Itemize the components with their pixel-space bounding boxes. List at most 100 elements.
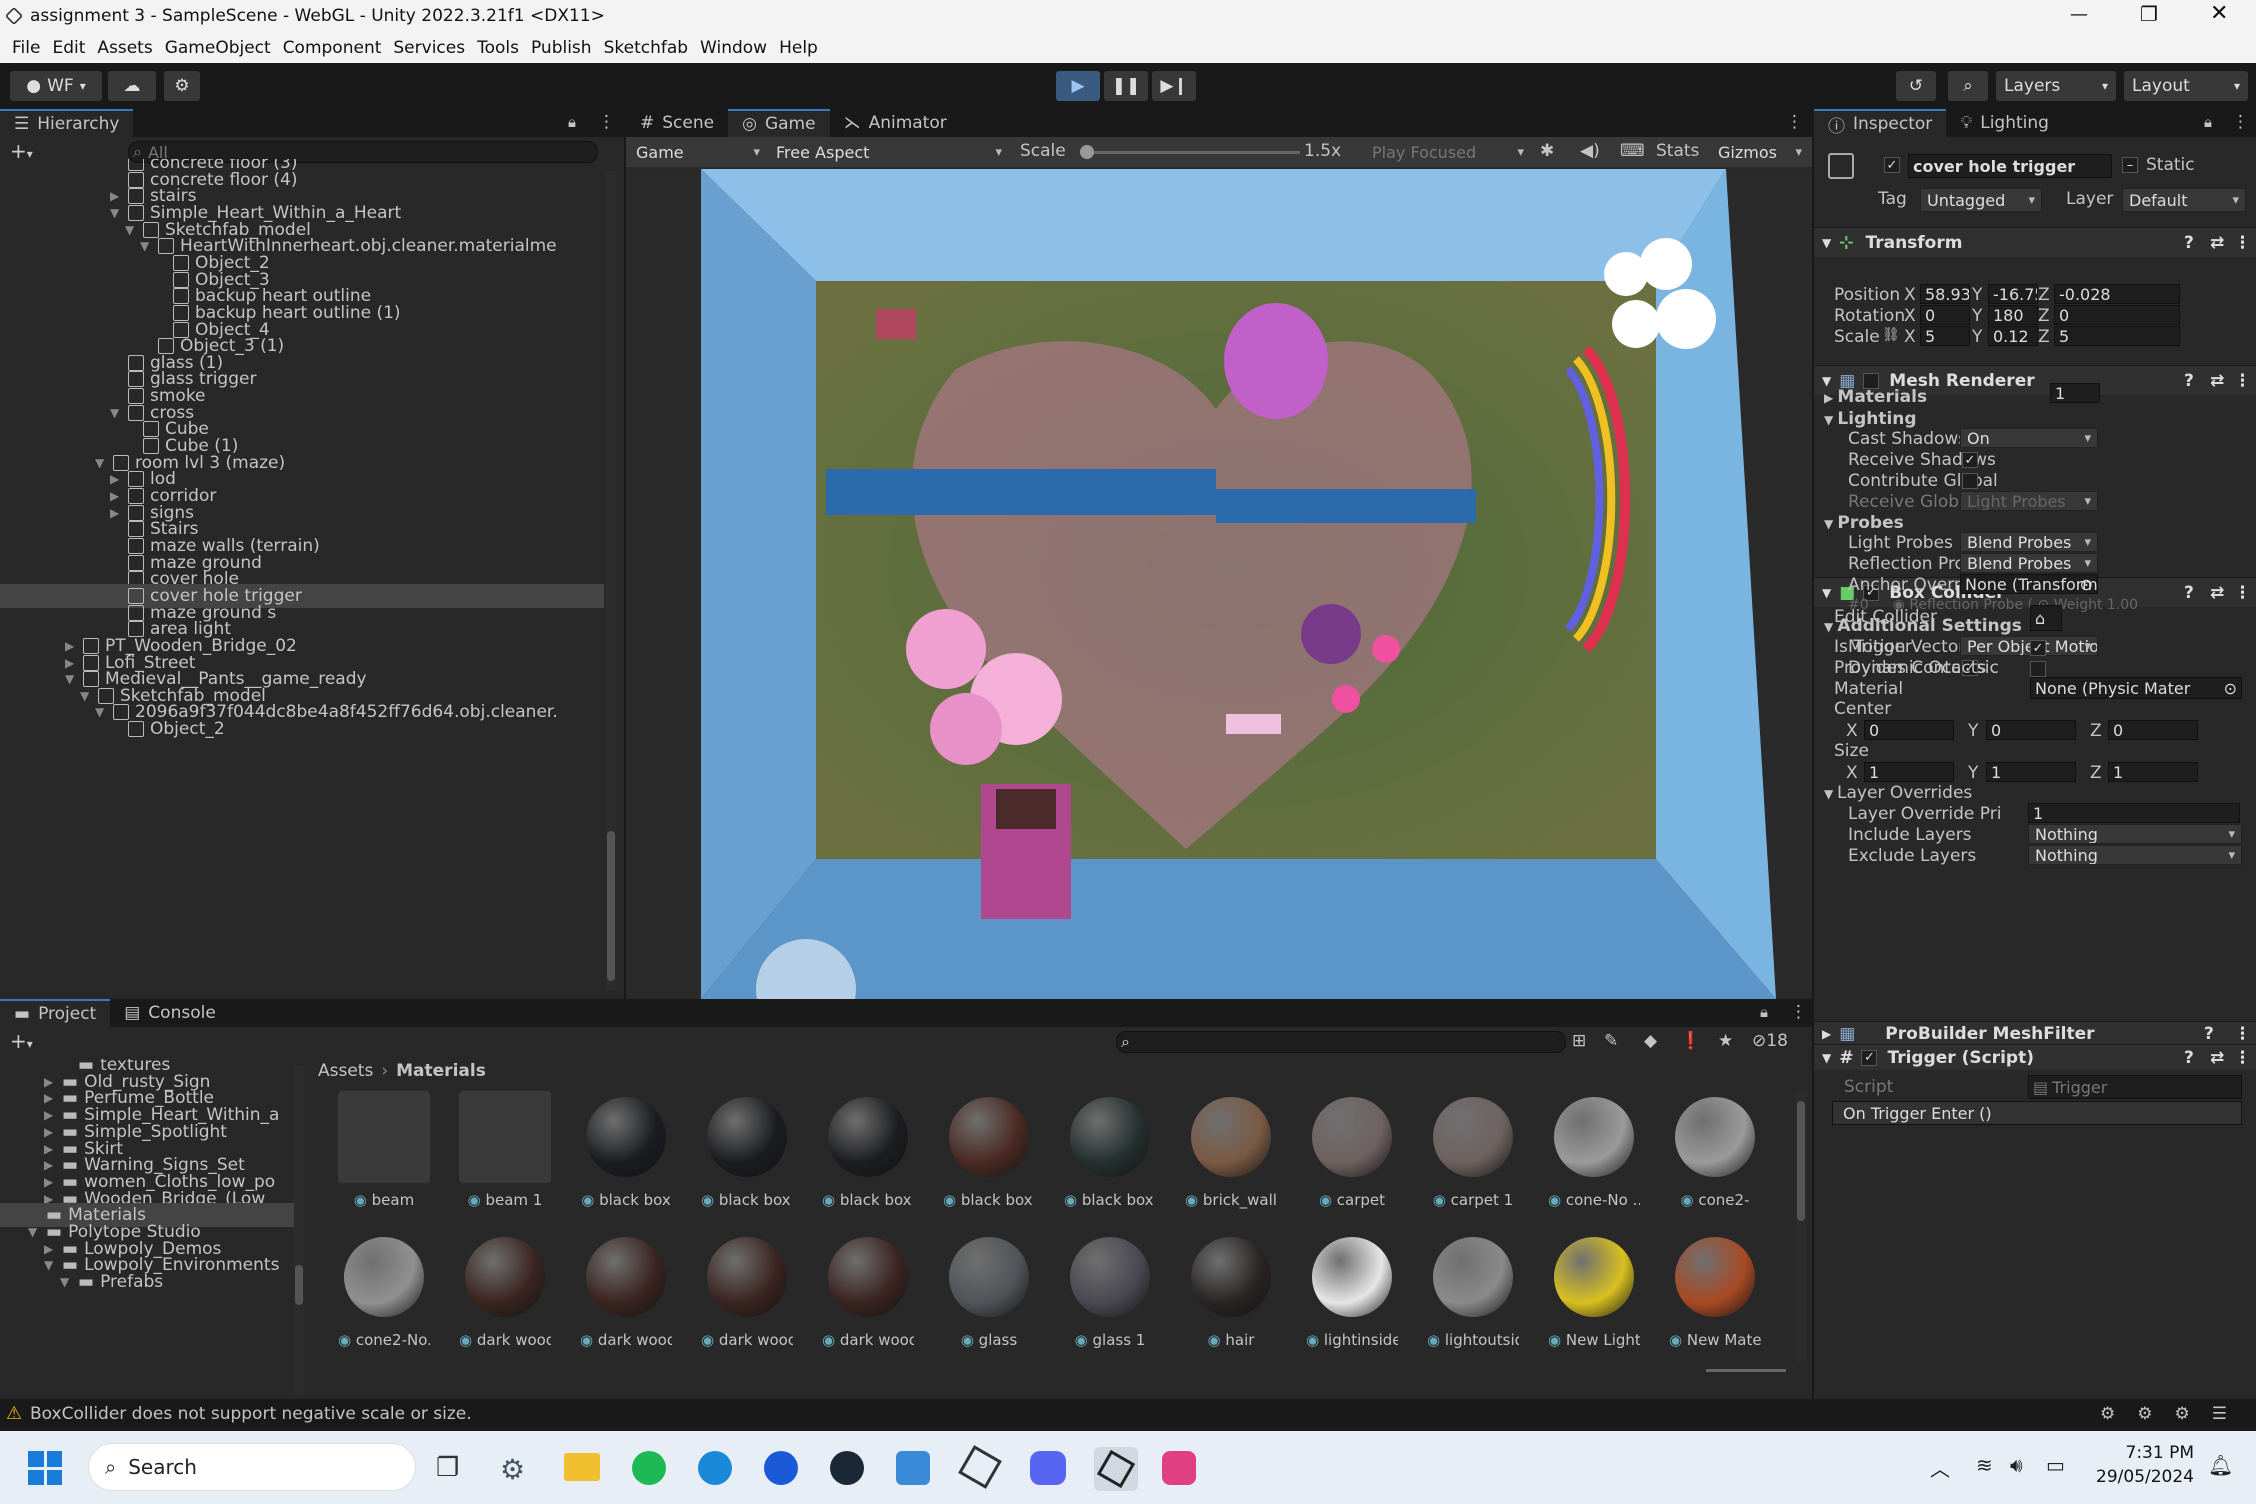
unity-hub-icon[interactable] <box>958 1445 1002 1489</box>
layout-dropdown[interactable]: Layout ▾ <box>2124 71 2248 101</box>
more-icon[interactable]: ⋮ <box>2234 583 2251 603</box>
anchor-override-field[interactable]: None (Transform) ⊙ <box>1960 574 2098 594</box>
more-icon[interactable]: ⋮ <box>2234 1048 2251 1068</box>
material-asset[interactable]: ◉ lightoutside <box>1427 1231 1519 1363</box>
exclude-layers-dropdown[interactable]: Nothing <box>2028 845 2242 865</box>
preset-icon[interactable]: ⇄ <box>2210 371 2224 391</box>
audio-icon[interactable]: ◀) <box>1580 141 1600 161</box>
transform-rotation-x-field[interactable]: 0 <box>1920 305 1970 325</box>
warning-filter-icon[interactable]: ❗ <box>1680 1031 1701 1051</box>
breadcrumb-assets[interactable]: Assets <box>318 1061 373 1081</box>
search-icon[interactable]: ⌕ <box>1948 71 1988 101</box>
spotify-icon[interactable] <box>632 1451 666 1485</box>
game-viewport[interactable] <box>626 169 1812 999</box>
probes-foldout-label[interactable]: ▼ Probes <box>1824 513 1904 533</box>
material-asset[interactable]: ◉ carpet <box>1306 1091 1398 1223</box>
material-asset[interactable]: ◉ New Lighti... <box>1548 1231 1640 1363</box>
physic-material-field[interactable]: None (Physic Mater ⊙ <box>2030 677 2242 699</box>
wifi-icon[interactable]: ≋ <box>1976 1453 1993 1477</box>
stats-button[interactable]: Stats <box>1656 141 1699 161</box>
more-icon[interactable]: ⋮ <box>2234 1024 2251 1044</box>
slider-thumb[interactable] <box>1080 145 1094 159</box>
light-probes-dropdown[interactable]: Blend Probes <box>1960 532 2098 552</box>
more-icon[interactable]: ⋮ <box>2234 233 2251 253</box>
notification-icon[interactable]: 🔔︎ <box>2208 1453 2233 1477</box>
size-z-field[interactable]: 1 <box>2108 762 2198 782</box>
tab-hierarchy[interactable]: ☰ Hierarchy <box>0 109 134 137</box>
size-y-field[interactable]: 1 <box>1986 762 2076 782</box>
material-asset[interactable]: ◉ dark wood <box>459 1231 551 1363</box>
volume-icon[interactable]: 🔊︎ <box>2010 1453 2023 1477</box>
unlink-icon[interactable]: ⛓ <box>1882 327 1900 343</box>
steam-icon[interactable] <box>830 1451 864 1485</box>
tab-console[interactable]: ▤ Console <box>110 999 230 1027</box>
start-icon[interactable] <box>28 1451 62 1485</box>
thumbnail-size-slider[interactable] <box>1706 1369 1786 1372</box>
help-icon[interactable]: ? <box>2184 233 2194 253</box>
menu-window[interactable]: Window <box>700 38 767 58</box>
hierarchy-item[interactable]: Object_2 <box>0 717 604 741</box>
probuilder-header[interactable]: ▶ ▦ ProBuilder MeshFilter? ⋮ <box>1814 1021 2256 1045</box>
reflection-probes-dropdown[interactable]: Blend Probes <box>1960 553 2098 573</box>
scale-slider[interactable] <box>1080 145 1300 159</box>
material-asset[interactable]: ◉ black box <box>580 1091 672 1223</box>
target-icon[interactable]: ⊙ <box>2080 575 2093 593</box>
help-icon[interactable]: ? <box>2184 583 2194 603</box>
filter-label-icon[interactable]: ✎ <box>1604 1031 1618 1051</box>
provides-contacts-checkbox[interactable] <box>2030 661 2046 677</box>
material-asset[interactable]: ◉ glass <box>943 1231 1035 1363</box>
lock-icon[interactable]: 🔒︎ <box>1760 1003 1768 1021</box>
close-icon[interactable]: ✕ <box>2210 1 2228 26</box>
help-icon[interactable]: ? <box>2184 371 2194 391</box>
edge-icon[interactable] <box>698 1451 732 1485</box>
menu-component[interactable]: Component <box>283 38 382 58</box>
transform-position-x-field[interactable]: 58.933 <box>1920 284 1970 304</box>
favorite-icon[interactable]: ★ <box>1718 1031 1733 1051</box>
static-checkbox[interactable]: – <box>2122 157 2138 173</box>
taskbar-search[interactable]: ⌕ Search <box>88 1443 416 1491</box>
material-asset[interactable]: ◉ cone2- <box>1669 1091 1761 1223</box>
material-asset[interactable]: ◉ black box 4 <box>1064 1091 1156 1223</box>
layer-dropdown[interactable]: Default <box>2122 188 2246 212</box>
history-icon[interactable]: ↺ <box>1896 71 1936 101</box>
material-asset[interactable]: ◉ New Mater... <box>1669 1231 1761 1363</box>
is-trigger-checkbox[interactable]: ✓ <box>2030 640 2046 656</box>
more-icon[interactable]: ⋮ <box>2232 112 2249 132</box>
menu-tools[interactable]: Tools <box>477 38 519 58</box>
tab-game[interactable]: ◎ Game <box>728 109 830 137</box>
more-icon[interactable]: ⋮ <box>598 112 615 132</box>
transform-header[interactable]: ▼ ⊹ Transform? ⇄ ⋮ <box>1814 227 2256 257</box>
settings-app-icon[interactable]: ⚙ <box>500 1453 525 1486</box>
menu-file[interactable]: File <box>12 38 40 58</box>
transform-scale-y-field[interactable]: 0.12 <box>1988 326 2038 346</box>
transform-rotation-z-field[interactable]: 0 <box>2054 305 2180 325</box>
expand-arrow-icon[interactable]: ▼ <box>60 1275 74 1289</box>
object-name-field[interactable]: cover hole trigger <box>1908 154 2112 178</box>
gizmos-dropdown[interactable]: Gizmos <box>1712 140 1808 164</box>
discord-icon[interactable] <box>1030 1451 1066 1485</box>
active-checkbox[interactable]: ✓ <box>1884 157 1900 173</box>
material-asset[interactable]: ◉ hair <box>1185 1231 1277 1363</box>
clock-date[interactable]: 29/05/2024 <box>2094 1467 2194 1487</box>
material-asset[interactable]: ◉ black box 1 <box>701 1091 793 1223</box>
trigger-script-header[interactable]: ▼ # ✓ Trigger (Script)? ⇄ ⋮ <box>1814 1044 2256 1070</box>
layers-dropdown[interactable]: Layers ▾ <box>1996 71 2116 101</box>
step-button[interactable]: ▶❙ <box>1152 71 1196 101</box>
more-icon[interactable]: ⋮ <box>2234 371 2251 391</box>
hierarchy-scrollbar[interactable] <box>606 171 616 991</box>
play-button[interactable]: ▶ <box>1056 71 1100 101</box>
play-focused-dropdown[interactable]: Play Focused <box>1366 140 1530 164</box>
tab-project[interactable]: ▬ Project <box>0 999 111 1027</box>
filter-type-icon[interactable]: ⊞ <box>1572 1031 1586 1051</box>
transform-scale-z-field[interactable]: 5 <box>2054 326 2180 346</box>
tray-chevron-icon[interactable]: ︿ <box>1930 1453 1950 1482</box>
tab-lighting[interactable]: 💡︎ Lighting <box>1946 109 2063 137</box>
display-dropdown[interactable]: Game <box>630 140 766 164</box>
task-view-icon[interactable]: ❐ <box>436 1453 459 1483</box>
collab-icon[interactable]: ⚙ <box>164 71 200 101</box>
unity-editor-icon[interactable] <box>1094 1447 1138 1491</box>
aspect-dropdown[interactable]: Free Aspect <box>770 140 1008 164</box>
material-asset[interactable]: ◉ brick_wall <box>1185 1091 1277 1223</box>
material-asset[interactable]: ◉ cone-No ... <box>1548 1091 1640 1223</box>
lighting-foldout-label[interactable]: ▼ Lighting <box>1824 409 1917 429</box>
